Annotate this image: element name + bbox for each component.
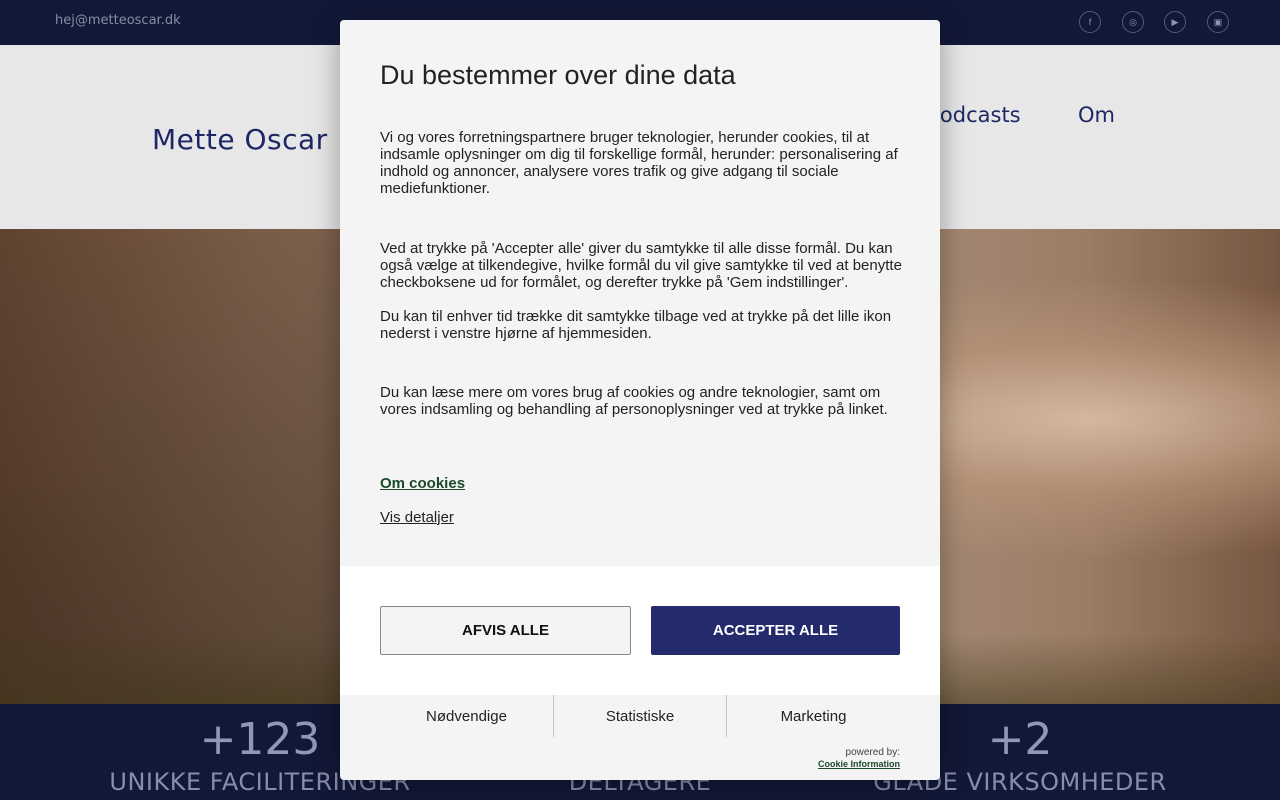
consent-category-tabs: Nødvendige Statistiske Marketing — [340, 695, 940, 740]
tab-necessary[interactable]: Nødvendige — [380, 695, 553, 737]
tab-statistics[interactable]: Statistiske — [554, 695, 726, 737]
consent-title: Du bestemmer over dine data — [380, 60, 736, 90]
consent-withdraw-text: Du kan til enhver tid trække dit samtykk… — [380, 308, 892, 342]
consent-intro-text: Vi og vores forretningspartnere bruger t… — [380, 129, 898, 197]
consent-accept-text: Ved at trykke på 'Accepter alle' giver d… — [380, 240, 902, 291]
cookie-consent-dialog: Du bestemmer over dine data Vi og vores … — [340, 20, 940, 780]
cookie-information-link[interactable]: Cookie Information — [818, 759, 900, 769]
about-cookies-link[interactable]: Om cookies — [380, 475, 465, 492]
accept-all-button[interactable]: ACCEPTER ALLE — [651, 606, 900, 655]
powered-by-label: powered by: — [845, 747, 900, 758]
tab-marketing[interactable]: Marketing — [727, 695, 900, 737]
show-details-link[interactable]: Vis detaljer — [380, 509, 454, 526]
reject-all-button[interactable]: AFVIS ALLE — [380, 606, 631, 655]
consent-button-area: AFVIS ALLE ACCEPTER ALLE — [340, 566, 940, 695]
consent-more-info-text: Du kan læse mere om vores brug af cookie… — [380, 384, 888, 418]
